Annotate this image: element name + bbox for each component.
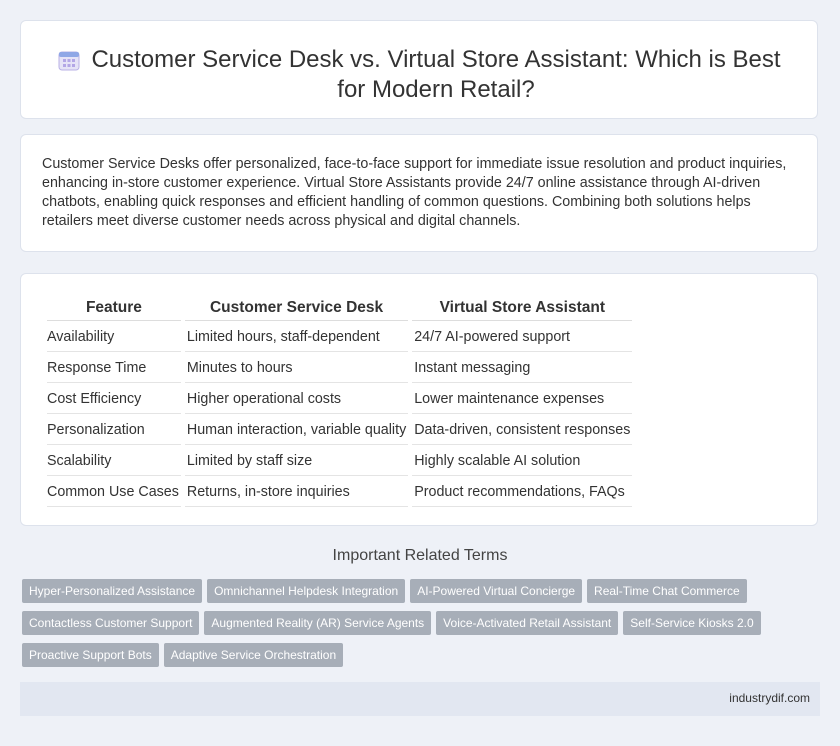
table-cell: 24/7 AI-powered support [412, 323, 633, 352]
related-term-tag[interactable]: Adaptive Service Orchestration [163, 643, 344, 667]
table-cell: Common Use Cases [47, 478, 181, 507]
comparison-card: Feature Customer Service Desk Virtual St… [20, 273, 818, 526]
intro-paragraph: Customer Service Desks offer personalize… [42, 156, 787, 229]
comparison-table: Feature Customer Service Desk Virtual St… [43, 296, 636, 509]
column-header: Customer Service Desk [184, 298, 409, 321]
related-terms-heading: Important Related Terms [332, 547, 508, 564]
related-term-tag[interactable]: Voice-Activated Retail Assistant [436, 611, 619, 635]
table-row: Personalization Human interaction, varia… [47, 416, 633, 445]
table-cell: Response Time [47, 354, 181, 383]
table-cell: Personalization [47, 416, 181, 445]
table-header-row: Feature Customer Service Desk Virtual St… [47, 298, 633, 321]
column-header: Feature [47, 298, 181, 321]
table-cell: Highly scalable AI solution [412, 447, 633, 476]
table-cell: Limited by staff size [184, 447, 409, 476]
table-cell: Data-driven, consistent responses [412, 416, 633, 445]
table-row: Availability Limited hours, staff-depend… [47, 323, 633, 352]
related-term-tag[interactable]: Augmented Reality (AR) Service Agents [204, 611, 432, 635]
table-cell: Limited hours, staff-dependent [184, 323, 409, 352]
table-row: Response Time Minutes to hours Instant m… [47, 354, 633, 383]
related-term-tag[interactable]: Self-Service Kiosks 2.0 [623, 611, 761, 635]
page-title: Customer Service Desk vs. Virtual Store … [91, 46, 781, 103]
related-term-tag[interactable]: Proactive Support Bots [22, 643, 159, 667]
related-term-tag[interactable]: Contactless Customer Support [22, 611, 200, 635]
table-cell: Instant messaging [412, 354, 633, 383]
table-cell: Availability [47, 323, 181, 352]
table-cell: Higher operational costs [184, 385, 409, 414]
table-cell: Minutes to hours [184, 354, 409, 383]
header-card: Customer Service Desk vs. Virtual Store … [20, 20, 818, 119]
table-row: Cost Efficiency Higher operational costs… [47, 385, 633, 414]
table-cell: Human interaction, variable quality [184, 416, 409, 445]
footer-site-link[interactable]: industrydif.com [729, 691, 810, 705]
related-term-tag[interactable]: AI-Powered Virtual Concierge [410, 579, 583, 603]
footer: industrydif.com [20, 682, 820, 716]
table-cell: Cost Efficiency [47, 385, 181, 414]
related-term-tag[interactable]: Hyper-Personalized Assistance [22, 579, 203, 603]
related-term-tag[interactable]: Real-Time Chat Commerce [587, 579, 747, 603]
table-cell: Lower maintenance expenses [412, 385, 633, 414]
related-term-tag[interactable]: Omnichannel Helpdesk Integration [207, 579, 406, 603]
table-row: Common Use Cases Returns, in-store inqui… [47, 478, 633, 507]
table-cell: Scalability [47, 447, 181, 476]
table-cell: Returns, in-store inquiries [184, 478, 409, 507]
intro-card: Customer Service Desks offer personalize… [20, 134, 818, 252]
column-header: Virtual Store Assistant [412, 298, 633, 321]
related-terms-list: Hyper-Personalized Assistance Omnichannel… [22, 579, 802, 675]
table-cell: Product recommendations, FAQs [412, 478, 633, 507]
table-row: Scalability Limited by staff size Highly… [47, 447, 633, 476]
